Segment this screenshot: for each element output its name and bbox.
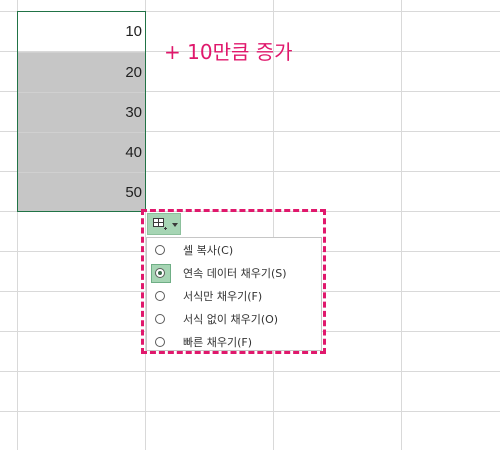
annotation-text: + 10만큼 증가	[164, 40, 293, 64]
gridline	[0, 371, 500, 372]
highlight-dashed-box	[141, 209, 326, 354]
gridline	[401, 0, 402, 450]
gridline	[0, 411, 500, 412]
selection-range-border	[17, 11, 146, 212]
